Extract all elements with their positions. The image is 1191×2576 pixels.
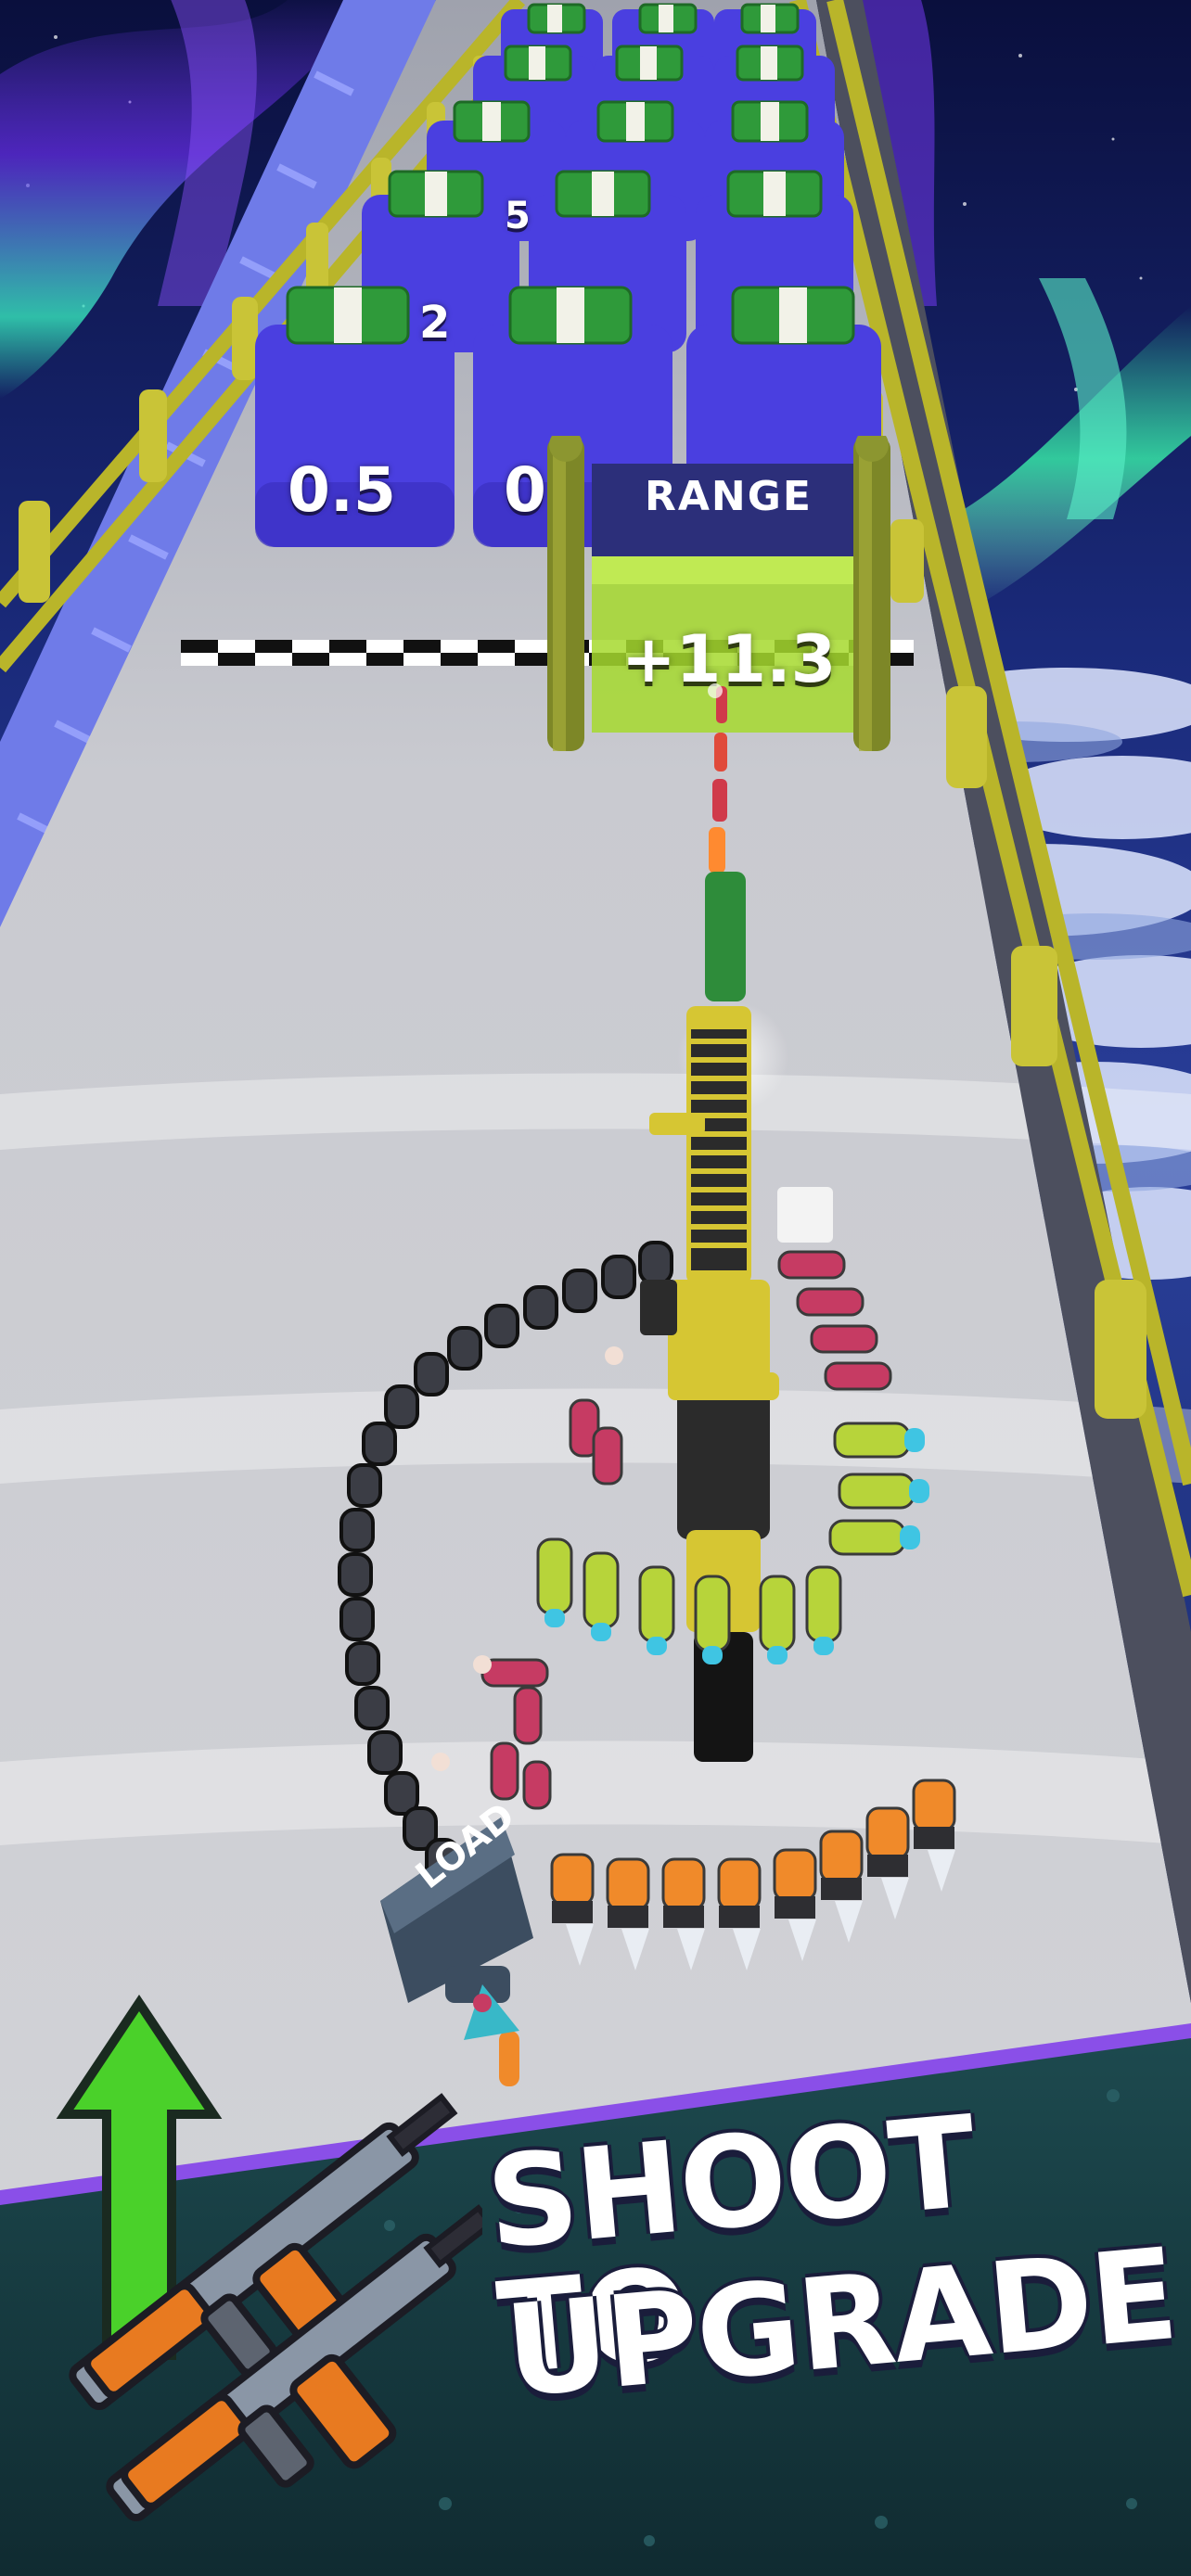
upgrade-rifle-icon bbox=[56, 1994, 482, 2522]
ammo-row-orange bbox=[499, 1779, 956, 2086]
gun-assembly bbox=[338, 683, 956, 2086]
game-scene[interactable]: 0.5 0 2 5 RANGE +11.3 LOAD SHOOT TO UPGR… bbox=[0, 0, 1191, 2576]
